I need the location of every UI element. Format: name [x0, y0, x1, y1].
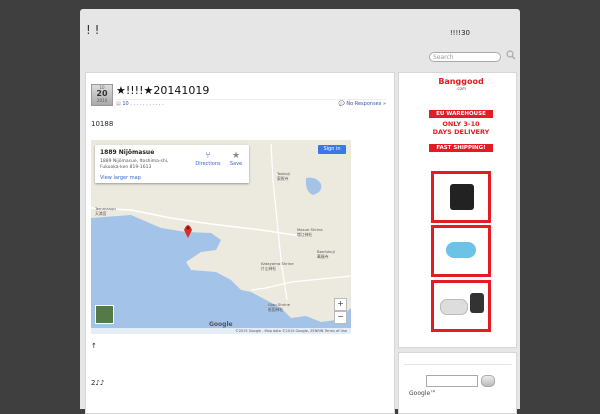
post-date-badge: 10 20 2014 [91, 84, 113, 106]
star-icon: ★ [231, 151, 241, 161]
google-map-logo: Google [209, 321, 233, 328]
ad-product-drone-blue [431, 225, 491, 277]
directions-label: Directions [195, 161, 221, 167]
map-place-name: 1889 Nijōmasue [100, 149, 155, 156]
directions-button[interactable]: ⑂ Directions [195, 151, 221, 167]
banggood-logo-sub: .com [456, 86, 466, 91]
controller-icon [470, 293, 484, 313]
ad-delivery-days: ONLY 3-10 DAYS DELIVERY [432, 120, 490, 136]
post-paragraph-arrow: ↑ [91, 342, 97, 350]
view-larger-map-link[interactable]: View larger map [100, 175, 141, 181]
google-search-input[interactable] [426, 375, 478, 387]
post-paragraph: 10188 [91, 120, 114, 128]
map-label-temmangu: Temmangu 天満宮 [95, 206, 116, 216]
post-paragraph-notes: 2♪♪ [91, 379, 105, 387]
google-search-logo: Google™ [409, 390, 437, 397]
map-attribution: ©2015 Google - Map data ©2015 Google, ZE… [91, 328, 351, 334]
ad-product-drone-white [431, 280, 491, 332]
post-meta-text: 10 . . . . . . . . . . . [122, 101, 164, 107]
drone-icon [446, 242, 476, 258]
save-label: Save [229, 161, 243, 167]
site-tagline: !!!!30 [449, 29, 470, 37]
comments-link[interactable]: 💬 No Responses » [339, 101, 386, 107]
ad-fast-shipping: FAST SHIPPING! [429, 144, 493, 152]
map-info-card: 1889 Nijōmasue 1889 Nijōmasue, Itoshima-… [95, 145, 249, 183]
map-place-address: 1889 Nijōmasue, Itoshima-shi, Fukuoka-ken… [100, 159, 169, 170]
banggood-ad[interactable]: Banggood .com EU WAREHOUSE ONLY 3-10 DAYS… [425, 75, 497, 340]
map-label-katayama-shrine: Katayama Shrine 片山神社 [261, 261, 294, 271]
sidebar: Banggood .com EU WAREHOUSE ONLY 3-10 DAYS… [398, 72, 517, 348]
post-date-year: 2014 [96, 98, 108, 103]
post-date-day: 20 [96, 89, 108, 98]
embedded-map[interactable]: Toshoji 東照寺 Temmangu 天満宮 Masue Shrine 増江神社 … [91, 140, 351, 334]
drone-white-icon [440, 299, 468, 315]
ad-product-camera [431, 171, 491, 223]
search-input[interactable]: Search [429, 52, 501, 62]
comments-link-text: No Responses » [346, 101, 386, 107]
main-content: 10 20 2014 ★!!!!★20141019 ▤ 10 . . . . .… [85, 72, 395, 414]
zoom-out-button[interactable]: − [334, 311, 347, 324]
ad-eu-warehouse: EU WAREHOUSE [429, 110, 493, 118]
post-title-divider [116, 99, 386, 100]
page-wrapper: ! ! !!!!30 Search 10 20 2014 ★!!!!★20141… [80, 9, 520, 414]
map-label-masue-shrine: Masue Shrine 増江神社 [297, 227, 323, 237]
map-label-gion-shrine: Gion Shrine 祇園神社 [268, 302, 291, 312]
zoom-in-button[interactable]: + [334, 298, 347, 311]
save-button[interactable]: ★ Save [223, 151, 249, 167]
search-widget: Google™ [398, 352, 517, 414]
map-label-toshoji: Toshoji 東照寺 [277, 171, 290, 181]
google-search-button[interactable] [481, 375, 495, 387]
post-title[interactable]: ★!!!!★20141019 [116, 84, 209, 97]
map-label-banfukuji: Banfukuji 萬福寺 [317, 249, 335, 259]
camera-icon [450, 184, 474, 210]
banggood-logo: Banggood [438, 77, 484, 86]
widget-header [404, 356, 511, 365]
site-title[interactable]: ! ! [86, 23, 99, 37]
post-meta[interactable]: ▤ 10 . . . . . . . . . . . [116, 101, 164, 107]
search-icon[interactable] [506, 50, 516, 60]
directions-icon: ⑂ [205, 151, 211, 161]
satellite-view-toggle[interactable] [95, 305, 114, 324]
map-sign-in-button[interactable]: Sign in [318, 145, 346, 154]
